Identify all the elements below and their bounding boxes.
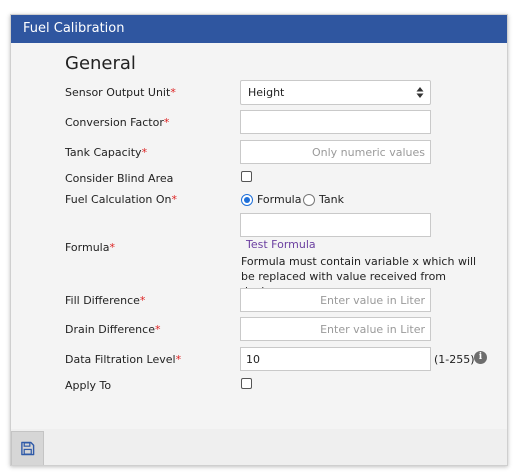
formula-radio[interactable] [241,194,253,206]
drain-difference-input[interactable] [240,317,431,341]
apply-to-checkbox[interactable] [241,378,252,389]
required-marker: * [141,146,148,159]
formula-input[interactable] [240,213,431,237]
drain-difference-label: Drain Difference* [65,323,161,336]
info-icon[interactable]: i [474,351,487,364]
fill-difference-label: Fill Difference* [65,294,146,307]
required-marker: * [170,86,176,99]
sensor-output-unit-select[interactable]: Height [240,80,431,105]
formula-label: Formula* [65,241,115,254]
filtration-range-hint: (1-255) [434,353,475,366]
required-marker: * [139,294,146,307]
conversion-factor-label: Conversion Factor* [65,116,170,129]
tank-radio-label[interactable]: Tank [319,193,344,206]
consider-blind-area-checkbox[interactable] [241,171,252,182]
conversion-factor-input[interactable] [240,110,431,134]
required-marker: * [154,323,161,336]
test-formula-link[interactable]: Test Formula [246,238,316,251]
consider-blind-area-label: Consider Blind Area [65,172,174,185]
tank-radio[interactable] [303,194,315,206]
data-filtration-level-label: Data Filtration Level* [65,353,182,366]
formula-radio-label[interactable]: Formula [257,193,301,206]
tank-capacity-label: Tank Capacity* [65,146,148,159]
sensor-output-unit-label: Sensor Output Unit* [65,86,176,99]
required-marker: * [171,193,178,206]
sensor-output-unit-value: Height [248,86,285,99]
required-marker: * [109,241,115,254]
fuel-calibration-dialog: Fuel Calibration General Sensor Output U… [10,14,508,466]
save-icon [21,441,35,456]
apply-to-label: Apply To [65,379,112,392]
tank-capacity-input[interactable] [240,140,431,164]
dialog-title: Fuel Calibration [11,15,507,43]
save-button[interactable] [11,431,44,465]
fuel-calculation-on-label: Fuel Calculation On* [65,193,178,206]
fill-difference-input[interactable] [240,288,431,312]
data-filtration-level-input[interactable] [240,347,431,371]
required-marker: * [175,353,182,366]
dialog-footer [11,429,507,465]
sort-arrows-icon [416,87,424,98]
section-title: General [65,53,136,74]
required-marker: * [163,116,170,129]
